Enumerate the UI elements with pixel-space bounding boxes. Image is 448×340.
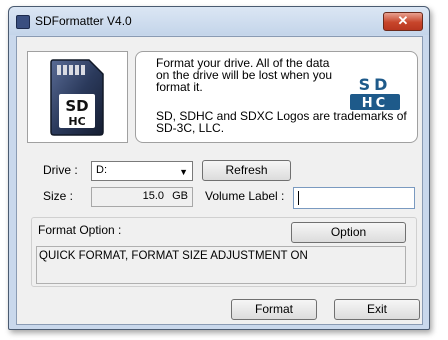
sd-card-image-frame: SD HC <box>27 51 128 143</box>
title-bar[interactable]: SDFormatter V4.0 ✕ <box>9 7 429 35</box>
close-button[interactable]: ✕ <box>383 12 423 31</box>
drive-select-value: D: <box>96 164 107 176</box>
refresh-button[interactable]: Refresh <box>202 160 291 181</box>
sdformatter-window: SDFormatter V4.0 ✕ SD HC Format your dri… <box>8 6 430 330</box>
app-icon <box>16 15 30 29</box>
window-title: SDFormatter V4.0 <box>35 14 132 28</box>
volume-label-text: Volume Label : <box>205 189 285 203</box>
svg-text:SD: SD <box>65 97 88 115</box>
sdhc-logo-icon: SD HC <box>350 75 400 111</box>
text-caret <box>298 191 299 205</box>
svg-text:SD: SD <box>359 75 392 94</box>
option-button[interactable]: Option <box>291 222 406 243</box>
drive-label: Drive : <box>43 163 78 177</box>
size-display: 15.0 GB <box>91 187 193 207</box>
format-options-display: QUICK FORMAT, FORMAT SIZE ADJUSTMENT ON <box>36 246 406 284</box>
sd-card-icon: SD HC <box>50 59 104 136</box>
size-unit: GB <box>172 190 188 202</box>
drive-group: Drive : D: ▼ Refresh Size : 15.0 GB Volu… <box>31 153 415 209</box>
size-value: 15.0 <box>142 190 164 202</box>
client-area: SD HC Format your drive. All of the data… <box>16 36 423 325</box>
info-text-line-3: format it. <box>156 80 203 94</box>
format-option-group: Format Option : Option QUICK FORMAT, FOR… <box>31 217 417 287</box>
format-option-label: Format Option : <box>38 223 122 237</box>
chevron-down-icon: ▼ <box>179 167 188 177</box>
svg-text:HC: HC <box>68 115 85 128</box>
format-button[interactable]: Format <box>231 299 317 320</box>
trademark-line-2: SD-3C, LLC. <box>156 121 225 135</box>
drive-select[interactable]: D: ▼ <box>91 161 193 181</box>
exit-button[interactable]: Exit <box>334 299 420 320</box>
volume-label-input[interactable] <box>293 187 415 209</box>
size-label: Size : <box>43 189 74 203</box>
svg-text:HC: HC <box>362 96 388 111</box>
info-panel: Format your drive. All of the data on th… <box>135 51 418 143</box>
format-options-text: QUICK FORMAT, FORMAT SIZE ADJUSTMENT ON <box>39 250 308 262</box>
